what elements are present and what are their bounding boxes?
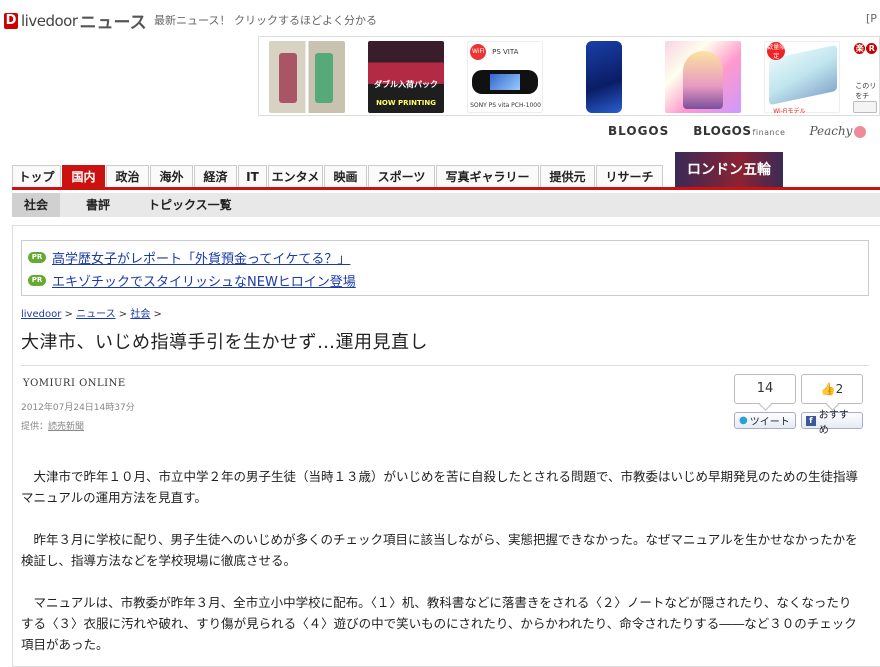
tab-entertainment[interactable]: エンタメ xyxy=(268,165,323,187)
livedoor-logo[interactable]: D livedoor ニュース xyxy=(4,8,147,33)
console-image: WiFi PS VITA SONY PS vita PCH-1000 xyxy=(467,41,544,113)
pr-row-1: PR 高学歴女子がレポート「外貨預金ってイケてる？」 xyxy=(28,248,350,267)
article-container: PR 高学歴女子がレポート「外貨預金ってイケてる？」 PR エキゾチックでスタイ… xyxy=(12,225,880,667)
banner-product-3[interactable]: WiFi PS VITA SONY PS vita PCH-1000 xyxy=(457,37,556,115)
device-bundle-image: 数量限定 Wi-Fiモデル xyxy=(764,41,841,115)
pr-badge-icon: PR xyxy=(28,252,46,263)
tab-top[interactable]: トップ xyxy=(12,165,61,187)
london-olympics-tab[interactable]: ロンドン五輪 xyxy=(675,152,783,187)
rakuten-panel[interactable]: 楽R このリ をチ xyxy=(853,37,879,115)
figure-image xyxy=(269,41,345,113)
subnav-society[interactable]: 社会 xyxy=(12,193,61,217)
console-brand: PS VITA xyxy=(492,48,519,56)
breadcrumb-separator: > xyxy=(61,309,77,320)
logo-news: ニュース xyxy=(79,13,147,33)
breadcrumb-news[interactable]: ニュース xyxy=(76,309,116,320)
like-count: 👍2 xyxy=(801,374,863,404)
rakuten-logo: 楽R xyxy=(853,41,878,54)
tagline: 最新ニュース！ クリックするほどよく分かる xyxy=(154,14,377,27)
rakuten-button[interactable] xyxy=(853,101,878,113)
blogos-finance-name: BLOGOS xyxy=(693,124,752,138)
banner-product-1[interactable] xyxy=(259,37,358,115)
like-count-value: 2 xyxy=(835,382,844,396)
breadcrumb-separator: > xyxy=(115,309,131,320)
banner-product-4[interactable] xyxy=(556,37,655,115)
article-paragraph: マニュアルは、市教委が昨年３月、全市立小中学校に配布。〈１〉机、教科書などに落書… xyxy=(21,595,857,652)
banner-product-2-status: NOW PRINTING xyxy=(376,99,437,107)
vita-device-icon xyxy=(472,70,539,94)
main-nav: トップ 国内 政治 海外 経済 IT エンタメ 映画 スポーツ 写真ギャラリー … xyxy=(12,152,880,190)
peachy-logo-icon xyxy=(854,125,867,138)
breadcrumb-home[interactable]: livedoor xyxy=(21,309,61,320)
rakuten-text-2: をチ xyxy=(855,92,870,100)
game-cover-image xyxy=(665,41,742,113)
tab-sports[interactable]: スポーツ xyxy=(368,165,435,187)
banner-product-2[interactable]: ダブル入荷パック NOW PRINTING xyxy=(358,37,457,115)
tweet-button[interactable]: ● ツイート xyxy=(734,412,796,429)
console-caption: SONY PS vita PCH-1000 xyxy=(470,102,541,109)
provider-link[interactable]: 読売新聞 xyxy=(48,422,84,432)
article-title: 大津市、いじめ指導手引を生かせず…運用見直し xyxy=(21,332,428,353)
facebook-icon: f xyxy=(806,415,816,426)
provider-label: 提供： xyxy=(21,422,49,432)
pr-link-2[interactable]: エキゾチックでスタイリッシュなNEWヒロイン登場 xyxy=(52,271,356,290)
sub-nav: 社会 書評 トピックス一覧 xyxy=(12,193,880,217)
wifi-badge: WiFi xyxy=(470,44,487,60)
banner-product-6[interactable]: 数量限定 Wi-Fiモデル xyxy=(754,37,853,115)
logo-mark-icon: D xyxy=(4,12,18,29)
tab-research[interactable]: リサーチ xyxy=(596,165,663,187)
facebook-recommend-button[interactable]: f おすすめ xyxy=(801,410,863,436)
peachy-link[interactable]: Peachy xyxy=(809,124,867,138)
tab-politics[interactable]: 政治 xyxy=(106,165,149,187)
blogos-finance-link[interactable]: BLOGOSfinance xyxy=(693,124,785,138)
pr-row-2: PR エキゾチックでスタイリッシュなNEWヒロイン登場 xyxy=(28,271,356,290)
tab-economy[interactable]: 経済 xyxy=(194,165,237,187)
source-logo[interactable]: YOMIURI ONLINE xyxy=(23,378,126,389)
tab-world[interactable]: 海外 xyxy=(150,165,193,187)
tab-domestic[interactable]: 国内 xyxy=(62,165,105,187)
device-caption: Wi-Fiモデル xyxy=(773,108,806,115)
breadcrumb-separator: > xyxy=(150,309,162,320)
peachy-name: Peachy xyxy=(809,124,853,138)
finance-suffix: finance xyxy=(752,128,786,137)
phone-case-image xyxy=(586,41,623,113)
rakuten-label: 楽 xyxy=(854,43,866,54)
breadcrumb: livedoor > ニュース > 社会 > xyxy=(21,305,162,320)
article-date: 2012年07月24日14時37分 xyxy=(21,403,135,413)
article-paragraph: 昨年３月に学校に配り、男子生徒へのいじめが多くのチェック項目に該当しながら、実態… xyxy=(21,532,858,568)
recommend-button-label: おすすめ xyxy=(818,409,849,436)
subnav-book-reviews[interactable]: 書評 xyxy=(74,193,122,217)
tweet-button-label: ツイート xyxy=(749,417,790,428)
logo-text: livedoor xyxy=(21,11,78,30)
tweet-count: 14 xyxy=(734,374,796,404)
sub-brands: BLOGOS BLOGOSfinance Peachy xyxy=(608,124,867,138)
top-bar: D livedoor ニュース 最新ニュース！ クリックするほどよく分かる [P xyxy=(0,0,880,36)
article-provider: 提供：読売新聞 xyxy=(21,419,84,432)
subnav-topics[interactable]: トピックス一覧 xyxy=(136,193,244,217)
breadcrumb-section[interactable]: 社会 xyxy=(130,309,150,320)
thumbs-up-icon: 👍 xyxy=(820,382,836,396)
tab-providers[interactable]: 提供元 xyxy=(540,165,595,187)
banner-product-2-label: ダブル入荷パック xyxy=(374,80,439,89)
banner-product-5[interactable] xyxy=(655,37,754,115)
article-paragraph: 大津市で昨年１０月、市立中学２年の男子生徒（当時１３歳）がいじめを苦に自殺したと… xyxy=(21,469,859,505)
blogos-link[interactable]: BLOGOS xyxy=(608,124,669,138)
title-divider xyxy=(21,365,869,366)
pr-link-1[interactable]: 高学歴女子がレポート「外貨預金ってイケてる？」 xyxy=(52,248,350,267)
tab-it[interactable]: IT xyxy=(238,165,267,187)
corner-link[interactable]: [P xyxy=(866,12,877,25)
rakuten-text-1: このリ xyxy=(855,82,877,90)
article-body: 大津市で昨年１０月、市立中学２年の男子生徒（当時１３歳）がいじめを苦に自殺したと… xyxy=(21,466,861,667)
pr-box: PR 高学歴女子がレポート「外貨預金ってイケてる？」 PR エキゾチックでスタイ… xyxy=(21,240,869,296)
tab-photo-gallery[interactable]: 写真ギャラリー xyxy=(436,165,539,187)
product-banner: ダブル入荷パック NOW PRINTING WiFi PS VITA SONY … xyxy=(258,36,880,116)
rakuten-r-icon: R xyxy=(866,43,878,54)
twitter-bird-icon: ● xyxy=(739,415,748,426)
tab-movies[interactable]: 映画 xyxy=(324,165,367,187)
pr-badge-icon: PR xyxy=(28,275,46,286)
